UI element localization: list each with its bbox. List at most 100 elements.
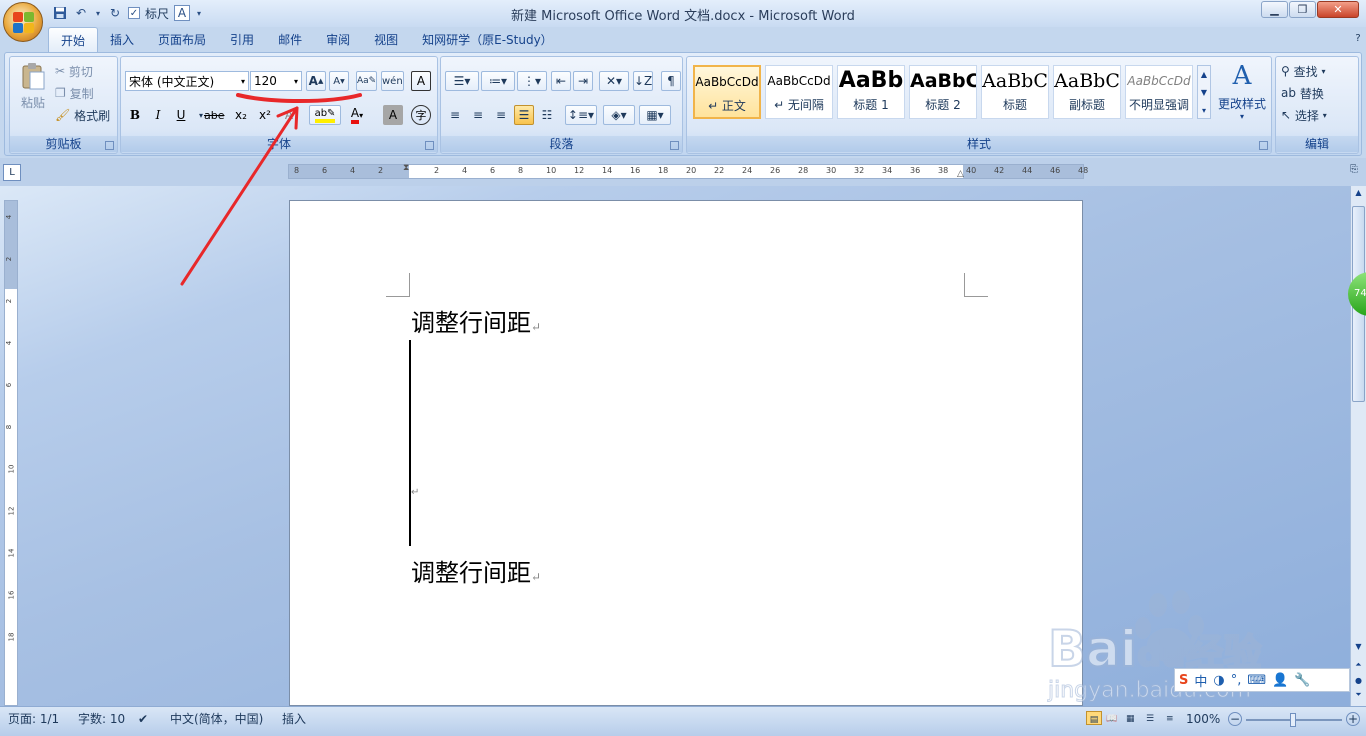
replace-button[interactable]: ab 替换 [1280, 83, 1325, 103]
sogou-icon[interactable]: S [1179, 673, 1188, 688]
tab-stop-selector[interactable]: L [3, 164, 21, 181]
tab-mailings[interactable]: 邮件 [266, 27, 314, 52]
word-count[interactable]: 字数: 10 [78, 711, 125, 727]
tab-estudy[interactable]: 知网研学（原E-Study） [410, 27, 565, 52]
highlight-button[interactable]: ab✎ [309, 105, 341, 125]
format-painter-button[interactable]: 🖌 格式刷 [54, 105, 111, 125]
indent-marker[interactable]: ⧗ [403, 163, 413, 179]
punctuation-icon[interactable]: °, [1231, 673, 1242, 688]
select-button[interactable]: ↖ 选择 ▾ [1280, 105, 1328, 125]
zoom-in-icon[interactable]: + [1346, 712, 1360, 726]
change-styles-button[interactable]: A 更改样式 ▾ [1215, 61, 1269, 123]
char-shading-button[interactable]: A [383, 105, 403, 125]
enclose-char-button[interactable]: 字 [411, 105, 431, 125]
style-heading-2[interactable]: AaBbC 标题 2 [909, 65, 977, 119]
view-ruler-icon[interactable]: ⎘ [1350, 164, 1364, 180]
multilevel-list-button[interactable]: ⋮▾ [517, 71, 547, 91]
char-border-button[interactable]: A [411, 71, 431, 91]
tab-references[interactable]: 引用 [218, 27, 266, 52]
phonetic-guide-button[interactable]: wén [381, 71, 404, 91]
italic-button[interactable]: I [148, 105, 168, 125]
horizontal-ruler[interactable]: 8 6 4 2 2 4 6 8 10 12 14 16 18 20 22 24 26 28 30 32 34 36 38 40… [288, 163, 1088, 179]
redo-icon[interactable]: ↻ [107, 5, 123, 21]
paragraph-dialog-launcher[interactable] [670, 141, 679, 150]
find-button[interactable]: ⚲ 查找 ▾ [1280, 61, 1326, 81]
scroll-down-icon[interactable]: ▼ [1352, 642, 1365, 656]
font-family-combo[interactable]: 宋体 (中文正文) ▾ [125, 71, 249, 91]
undo-dropdown-icon[interactable]: ▾ [94, 5, 102, 21]
tab-review[interactable]: 审阅 [314, 27, 362, 52]
cut-button[interactable]: ✂ 剪切 [54, 61, 94, 81]
paste-button[interactable]: 粘贴 [16, 61, 50, 117]
tab-home[interactable]: 开始 [48, 27, 99, 52]
document-line-1[interactable]: 调整行间距↵ [411, 303, 541, 338]
chinese-layout-button[interactable]: ✕▾ [599, 71, 629, 91]
strikethrough-button[interactable]: abe [203, 105, 226, 125]
bold-button[interactable]: B [125, 105, 145, 125]
style-subtitle[interactable]: AaBbC 副标题 [1053, 65, 1121, 119]
numbering-button[interactable]: ≔▾ [481, 71, 515, 91]
save-icon[interactable] [52, 5, 68, 21]
vertical-ruler[interactable]: 4 2 2 4 6 8 10 12 14 16 18 [4, 200, 18, 706]
tab-page-layout[interactable]: 页面布局 [146, 27, 218, 52]
styles-dialog-launcher[interactable] [1259, 141, 1268, 150]
line-spacing-button[interactable]: ↕≡▾ [565, 105, 597, 125]
print-layout-icon[interactable]: ▤ [1086, 711, 1102, 725]
distributed-button[interactable]: ☷ [537, 105, 557, 125]
tab-insert[interactable]: 插入 [98, 27, 146, 52]
undo-icon[interactable]: ↶ [73, 5, 89, 21]
copy-button[interactable]: ❐ 复制 [54, 83, 95, 103]
subscript-button[interactable]: x₂ [231, 105, 251, 125]
next-page-icon[interactable]: ⏷ [1352, 690, 1365, 704]
underline-button[interactable]: U [171, 105, 191, 125]
half-width-icon[interactable]: ◑ [1213, 673, 1224, 688]
page-count[interactable]: 页面: 1/1 [8, 711, 59, 727]
clear-formatting-button[interactable]: Aa✎ [356, 71, 378, 91]
ruler-checkbox[interactable]: ✓ [128, 7, 140, 19]
user-icon[interactable]: 👤 [1272, 673, 1288, 688]
borders-button[interactable]: ▦▾ [639, 105, 671, 125]
browse-object-icon[interactable]: ● [1352, 676, 1365, 690]
spelling-icon[interactable]: A [174, 5, 191, 21]
increase-indent-button[interactable]: ⇥ [573, 71, 593, 91]
style-no-spacing[interactable]: AaBbCcDd ↵ 无间隔 [765, 65, 833, 119]
shading-button[interactable]: ◈▾ [603, 105, 635, 125]
customize-qat-dropdown[interactable]: ▾ [195, 5, 203, 21]
justify-button[interactable]: ☰ [514, 105, 534, 125]
show-marks-button[interactable]: ¶ [661, 71, 681, 91]
bullets-button[interactable]: ☰▾ [445, 71, 479, 91]
style-normal[interactable]: AaBbCcDd ↵ 正文 [693, 65, 761, 119]
style-subtle-emphasis[interactable]: AaBbCcDd 不明显强调 [1125, 65, 1193, 119]
zoom-out-icon[interactable]: − [1228, 712, 1242, 726]
office-button[interactable] [3, 2, 43, 42]
minimize-button[interactable]: ▁ [1261, 1, 1288, 18]
maximize-button[interactable]: ❐ [1289, 1, 1316, 18]
right-indent-marker[interactable]: △ [957, 169, 967, 179]
tab-view[interactable]: 视图 [362, 27, 410, 52]
decrease-indent-button[interactable]: ⇤ [551, 71, 571, 91]
sort-button[interactable]: ↓Z [633, 71, 654, 91]
proofing-icon[interactable]: ✔ [138, 711, 148, 727]
align-left-button[interactable]: ≡ [445, 105, 465, 125]
grow-font-button[interactable]: A ▲ [306, 71, 326, 91]
help-icon[interactable]: ? [1348, 30, 1366, 46]
text-effect-button[interactable]: A [279, 105, 299, 125]
ime-mode[interactable]: 中 [1194, 671, 1207, 690]
shrink-font-button[interactable]: A ▼ [329, 71, 349, 91]
web-layout-icon[interactable]: ▦ [1126, 711, 1142, 727]
scroll-up-icon[interactable]: ▲ [1352, 188, 1365, 202]
draft-icon[interactable]: ≡ [1166, 711, 1182, 727]
zoom-level[interactable]: 100% [1186, 711, 1220, 727]
styles-gallery-scroll[interactable]: ▲ ▼ ▾ [1197, 65, 1211, 119]
style-heading-1[interactable]: AaBb 标题 1 [837, 65, 905, 119]
settings-icon[interactable]: 🔧 [1294, 673, 1310, 688]
document-line-2[interactable]: 调整行间距↵ [411, 553, 541, 588]
language-indicator[interactable]: 中文(简体，中国) [170, 711, 263, 727]
align-right-button[interactable]: ≡ [491, 105, 511, 125]
font-dialog-launcher[interactable] [425, 141, 434, 150]
superscript-button[interactable]: x² [255, 105, 275, 125]
outline-icon[interactable]: ☰ [1146, 711, 1162, 727]
zoom-slider-thumb[interactable] [1290, 713, 1296, 727]
previous-page-icon[interactable]: ⏶ [1352, 660, 1365, 674]
font-color-button[interactable]: A ▾ [347, 105, 367, 125]
